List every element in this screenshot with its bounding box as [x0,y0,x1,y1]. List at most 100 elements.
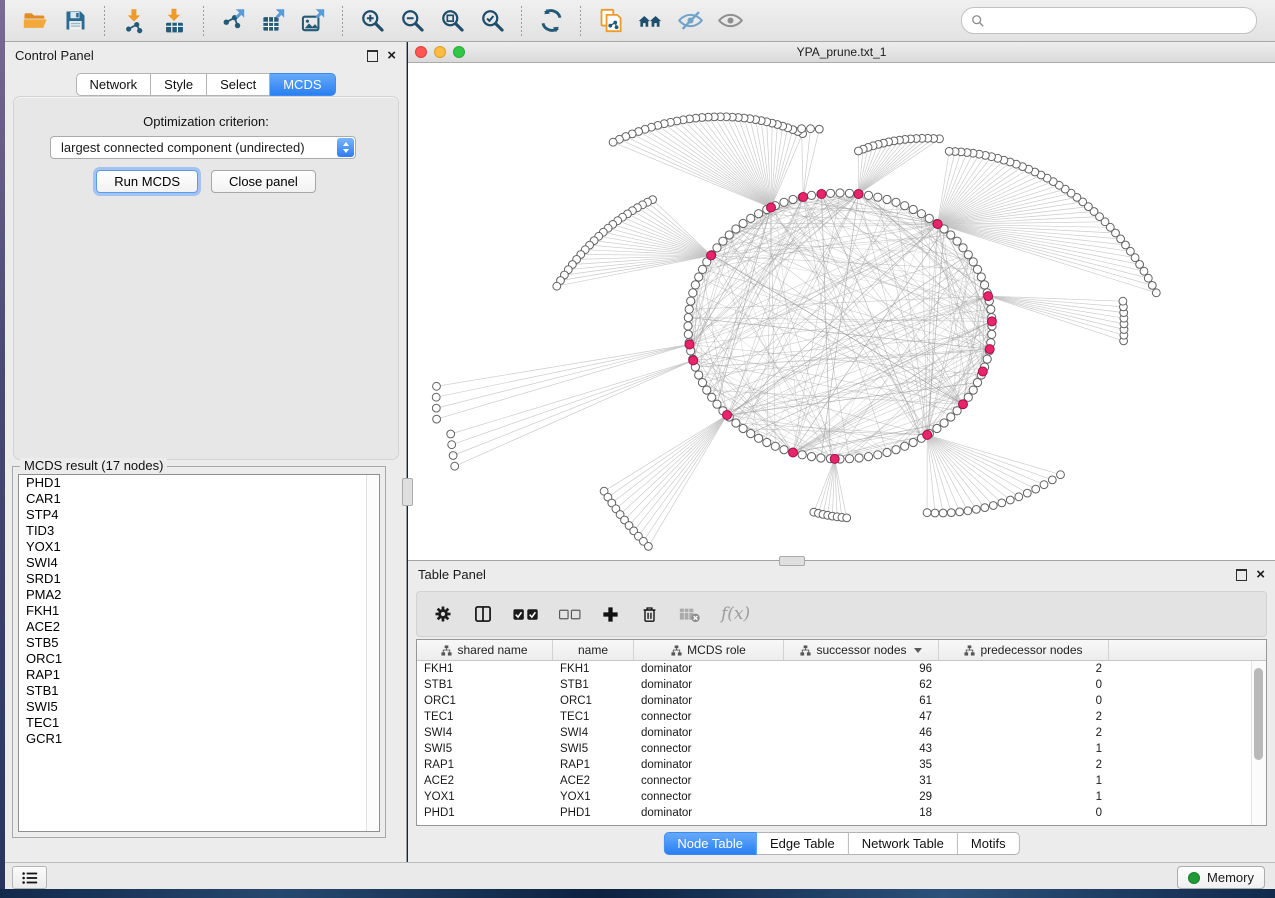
table-row[interactable]: ORC1ORC1dominator610 [417,693,1252,709]
tab-edge-table[interactable]: Edge Table [757,832,849,855]
close-panel-icon[interactable]: × [1256,570,1265,580]
control-panel-title: Control Panel [15,48,94,63]
refresh-button[interactable] [534,4,568,38]
vertical-splitter-handle[interactable] [402,478,413,506]
tab-network-table[interactable]: Network Table [849,832,958,855]
double-home-icon [637,7,664,34]
table-row[interactable]: YOX1YOX1connector291 [417,789,1252,805]
mcds-result-item[interactable]: ACE2 [19,619,379,635]
clone-network-button[interactable] [593,4,627,38]
run-mcds-button[interactable]: Run MCDS [96,170,198,193]
tab-network[interactable]: Network [75,73,151,96]
table-settings-button[interactable] [433,604,453,624]
search-input[interactable] [991,13,1247,29]
import-network-icon [121,7,148,34]
table-row[interactable]: RAP1RAP1dominator352 [417,757,1252,773]
mcds-result-item[interactable]: YOX1 [19,539,379,555]
float-panel-icon[interactable] [367,50,378,62]
gear-icon [433,604,453,624]
table-cell: YOX1 [553,789,634,805]
select-all-columns-button[interactable] [513,607,539,622]
table-row[interactable]: TEC1TEC1connector472 [417,709,1252,725]
network-title: YPA_prune.txt_1 [408,45,1275,59]
mcds-result-item[interactable]: PMA2 [19,587,379,603]
mcds-result-group: MCDS result (17 nodes) PHD1CAR1STP4TID3Y… [12,466,386,838]
table-scrollbar[interactable] [1251,661,1266,825]
export-table-button[interactable] [256,4,290,38]
zoom-out-button[interactable] [395,4,429,38]
network-window-titlebar[interactable]: YPA_prune.txt_1 [408,42,1275,63]
import-table-button[interactable] [157,4,191,38]
column-header-shared-name[interactable]: shared name [417,640,553,661]
network-canvas[interactable] [408,63,1275,560]
mcds-result-item[interactable]: GCR1 [19,731,379,747]
column-header-predecessor-nodes[interactable]: predecessor nodes [939,640,1109,661]
delete-table-button[interactable] [679,605,701,624]
show-neighbors-button[interactable] [633,4,667,38]
table-row[interactable]: PHD1PHD1dominator180 [417,805,1252,821]
show-column-panel-button[interactable] [473,604,493,624]
table-cell: 1 [939,741,1109,757]
tab-motifs[interactable]: Motifs [958,832,1020,855]
float-panel-icon[interactable] [1236,569,1247,581]
mcds-result-item[interactable]: SWI4 [19,555,379,571]
table-cell: 2 [939,709,1109,725]
task-history-button[interactable] [12,866,47,889]
column-header-mcds-role[interactable]: MCDS role [634,640,784,661]
column-header-name[interactable]: name [553,640,634,661]
table-cell: ORC1 [553,693,634,709]
list-scrollbar-track[interactable] [366,475,379,831]
save-session-button[interactable] [58,4,92,38]
mcds-result-item[interactable]: TID3 [19,523,379,539]
mcds-result-item[interactable]: ORC1 [19,651,379,667]
open-session-button[interactable] [18,4,52,38]
export-image-button[interactable] [296,4,330,38]
mcds-result-item[interactable]: RAP1 [19,667,379,683]
delete-column-button[interactable] [640,605,659,624]
table-row[interactable]: STB1STB1dominator620 [417,677,1252,693]
table-cell: 31 [784,773,939,789]
mcds-result-item[interactable]: STP4 [19,507,379,523]
mcds-result-item[interactable]: FKH1 [19,603,379,619]
table-cell: 2 [939,661,1109,677]
mcds-result-item[interactable]: TEC1 [19,715,379,731]
optimization-criterion-label: Optimization criterion: [14,114,398,129]
close-panel-icon[interactable]: × [387,51,396,61]
zoom-in-button[interactable] [355,4,389,38]
column-header-successor-nodes[interactable]: successor nodes [784,640,939,661]
import-network-button[interactable] [117,4,151,38]
zoom-selected-button[interactable] [475,4,509,38]
hide-selected-button[interactable] [673,4,707,38]
tab-style[interactable]: Style [151,73,207,96]
create-column-button[interactable] [601,605,620,624]
horizontal-splitter-handle[interactable] [779,556,805,566]
search-icon [971,14,985,28]
tab-mcds[interactable]: MCDS [270,73,335,96]
function-builder-button[interactable]: f(x) [721,604,750,624]
criterion-dropdown[interactable]: largest connected component (undirected) [50,136,356,159]
mcds-result-item[interactable]: CAR1 [19,491,379,507]
table-row[interactable]: FKH1FKH1dominator962 [417,661,1252,677]
tab-select[interactable]: Select [207,73,270,96]
export-network-button[interactable] [216,4,250,38]
memory-button[interactable]: Memory [1177,866,1265,889]
table-row[interactable]: SWI4SWI4dominator462 [417,725,1252,741]
mcds-result-list[interactable]: PHD1CAR1STP4TID3YOX1SWI4SRD1PMA2FKH1ACE2… [18,474,380,832]
zoom-fit-button[interactable] [435,4,469,38]
table-scrollbar-thumb[interactable] [1254,668,1263,760]
mcds-result-item[interactable]: STB1 [19,683,379,699]
mcds-result-item[interactable]: SWI5 [19,699,379,715]
table-row[interactable]: SWI5SWI5connector431 [417,741,1252,757]
show-all-button[interactable] [713,4,747,38]
mcds-result-item[interactable]: PHD1 [19,475,379,491]
deselect-all-columns-button[interactable] [559,608,581,621]
mcds-result-item[interactable]: STB5 [19,635,379,651]
tab-node-table[interactable]: Node Table [663,832,757,855]
close-panel-button[interactable]: Close panel [211,170,316,193]
search-box[interactable] [961,7,1257,34]
table-row[interactable]: ACE2ACE2connector311 [417,773,1252,789]
save-floppy-icon [62,7,89,34]
zoom-fit-icon [439,7,466,34]
mcds-result-item[interactable]: SRD1 [19,571,379,587]
table-cell: STB1 [417,677,553,693]
